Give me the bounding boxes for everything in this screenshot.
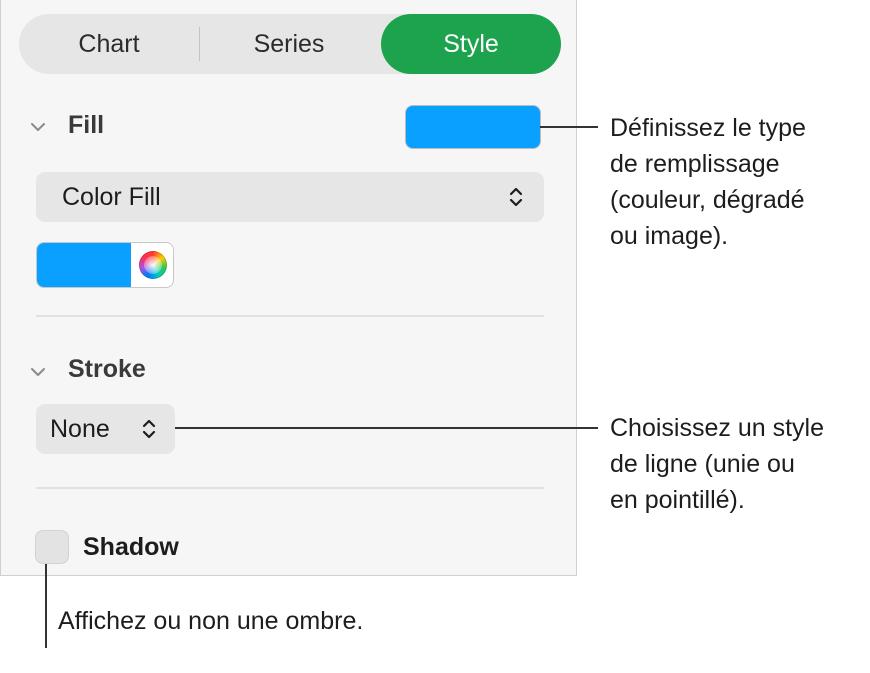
tab-series[interactable]: Series	[199, 14, 379, 74]
color-wheel-icon[interactable]	[139, 251, 167, 279]
chevron-down-icon[interactable]	[29, 118, 47, 136]
stroke-callout-text: Choisissez un style de ligne (unie ou en…	[610, 414, 824, 514]
color-well[interactable]	[36, 242, 174, 288]
fill-color-swatch[interactable]	[405, 105, 541, 149]
fill-callout-text: Définissez le type de remplissage (coule…	[610, 114, 806, 250]
up-down-arrows-icon	[509, 187, 523, 207]
format-sidebar: Chart Series Style Fill Color Fill Strok…	[0, 0, 577, 576]
stroke-callout-line	[175, 427, 598, 429]
chevron-down-icon[interactable]	[29, 363, 47, 381]
fill-callout-line	[540, 126, 598, 128]
shadow-checkbox[interactable]	[35, 530, 69, 564]
section-divider	[36, 487, 544, 489]
stroke-style-value: None	[50, 415, 110, 443]
fill-type-popup[interactable]: Color Fill	[36, 172, 544, 222]
fill-type-value: Color Fill	[62, 183, 161, 211]
section-divider	[36, 315, 544, 317]
tab-segmented-control: Chart Series Style	[19, 14, 561, 74]
fill-section-title: Fill	[68, 111, 105, 139]
tab-style[interactable]: Style	[381, 14, 561, 74]
tab-chart[interactable]: Chart	[19, 14, 199, 74]
shadow-callout-text: Affichez ou non une ombre.	[58, 607, 364, 635]
shadow-label: Shadow	[83, 533, 179, 561]
up-down-arrows-icon	[142, 419, 156, 439]
stroke-section-title: Stroke	[68, 355, 146, 383]
shadow-callout-line	[45, 564, 47, 648]
stroke-style-popup[interactable]: None	[36, 404, 175, 454]
color-well-swatch[interactable]	[37, 243, 131, 287]
